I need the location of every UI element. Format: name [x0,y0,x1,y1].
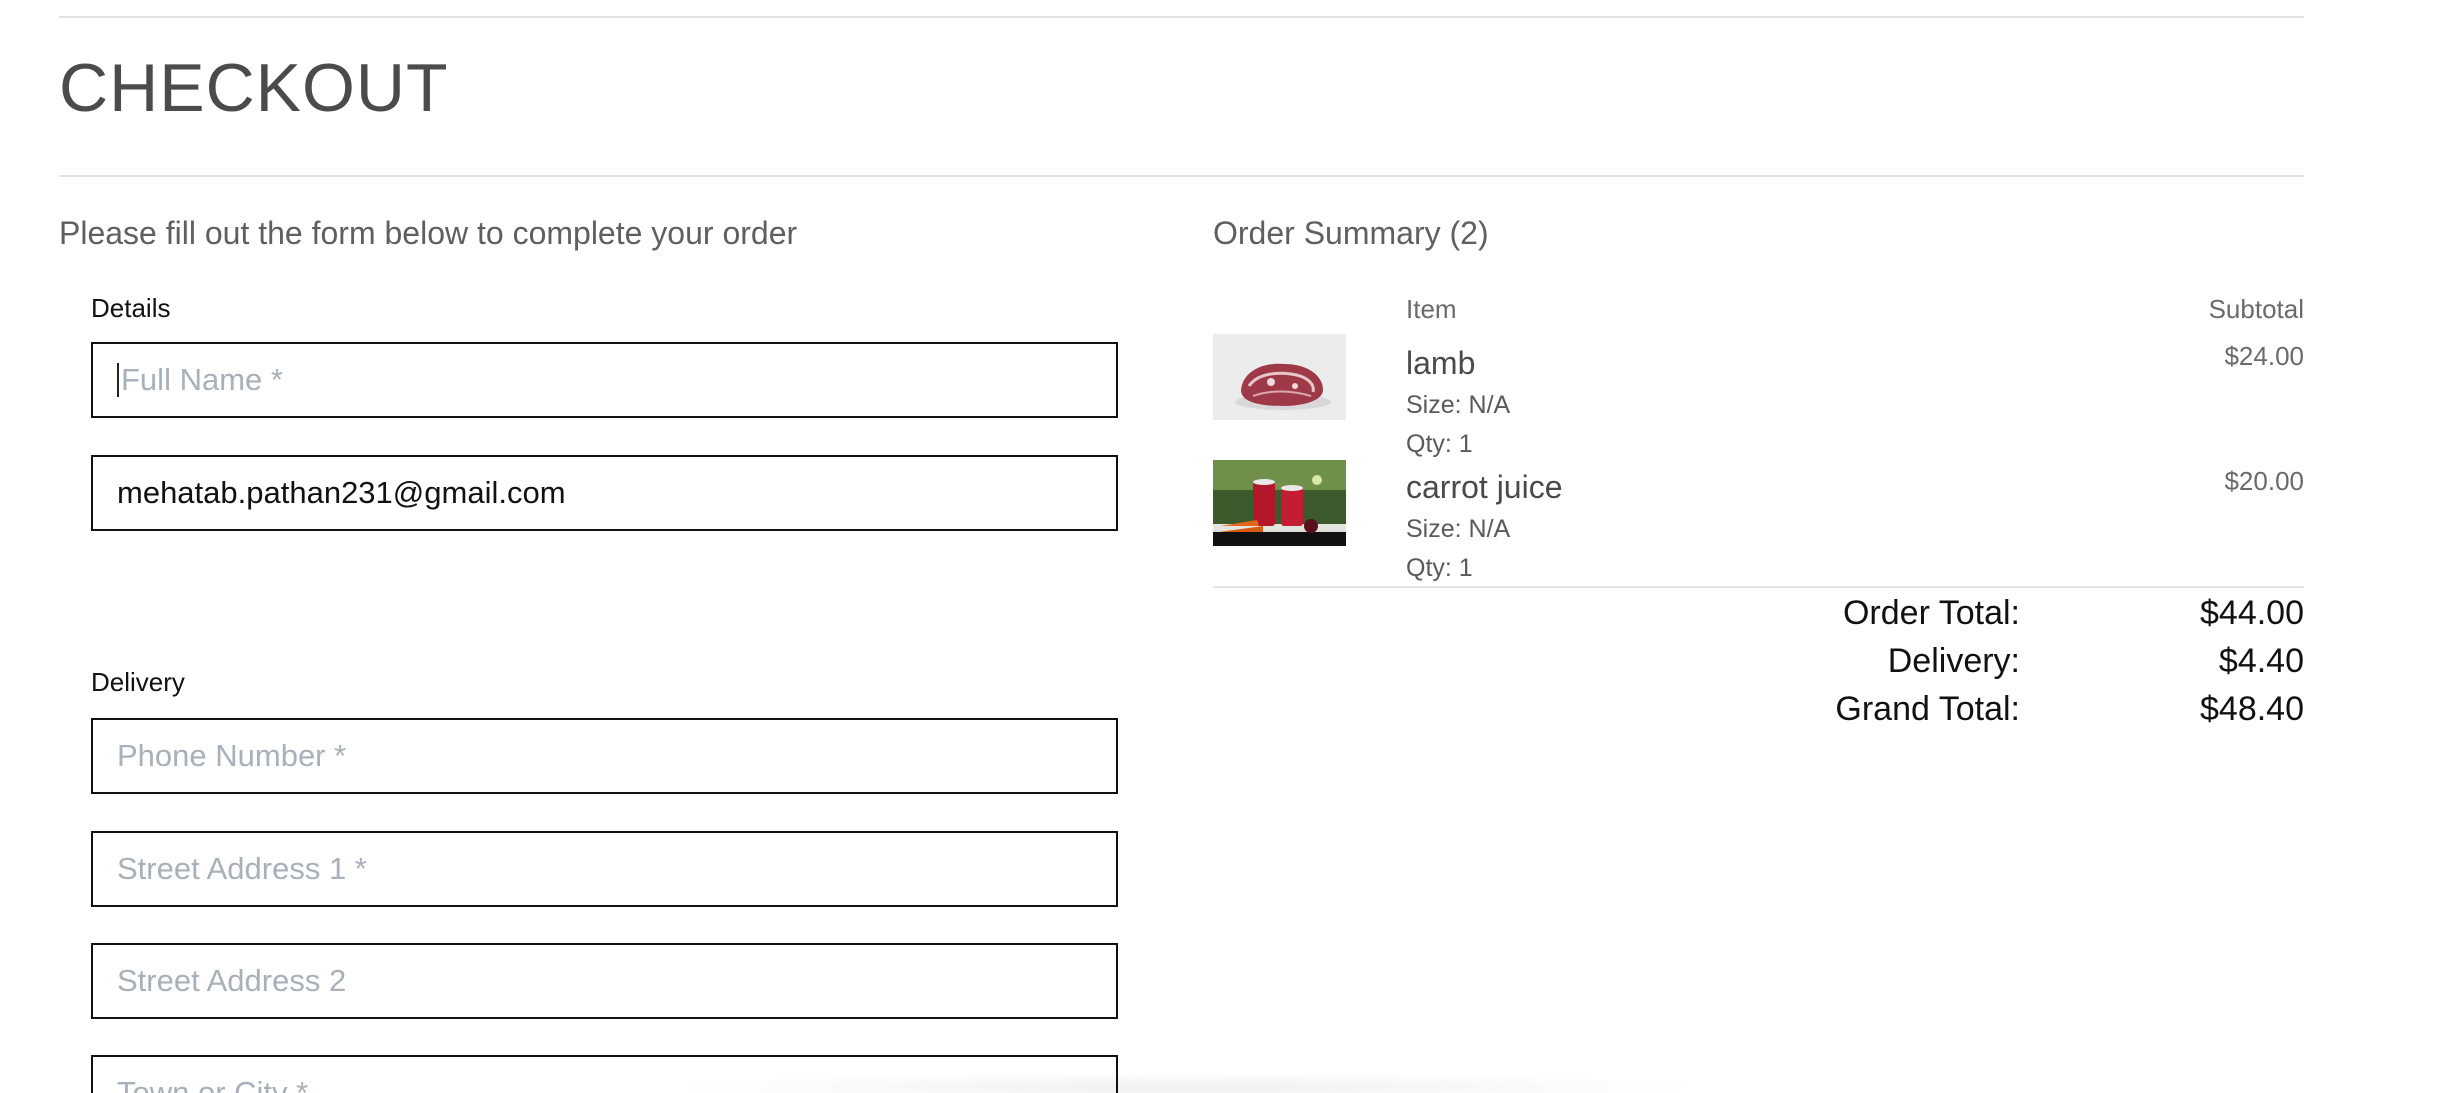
bottom-overlay-shadow [660,1072,1710,1093]
full-name-placeholder: Full Name * [121,362,283,397]
item-price-carrot-juice: $20.00 [2224,466,2304,496]
email-input[interactable]: mehatab.pathan231@gmail.com [91,455,1118,531]
street-address-1-input[interactable]: Street Address 1 * [91,831,1118,907]
carrot-juice-photo-icon [1213,460,1346,546]
item-name-carrot-juice: carrot juice [1406,469,1563,505]
order-summary-title: Order Summary (2) [1213,215,1489,251]
top-divider [59,16,2304,18]
street-address-2-placeholder: Street Address 2 [117,963,347,998]
title-divider [59,175,2304,177]
carrot-juice-product-image[interactable] [1213,460,1346,546]
item-size-lamb: Size: N/A [1406,391,1511,419]
item-column-header: Item [1406,294,1457,324]
page-title: CHECKOUT [59,50,449,126]
phone-number-input[interactable]: Phone Number * [91,718,1118,794]
delivery-value: $4.40 [2218,642,2304,680]
grand-total-label: Grand Total: [1835,690,2020,728]
order-total-label: Order Total: [1842,594,2020,632]
text-caret [117,363,119,397]
email-value: mehatab.pathan231@gmail.com [117,475,566,510]
lamb-photo-icon [1213,334,1346,420]
phone-number-placeholder: Phone Number * [117,738,347,773]
summary-divider [1213,586,2304,588]
street-address-1-placeholder: Street Address 1 * [117,851,367,886]
delivery-label: Delivery: [1887,642,2020,680]
subtotal-column-header: Subtotal [2208,294,2304,324]
street-address-2-input[interactable]: Street Address 2 [91,943,1118,1019]
item-qty-carrot-juice: Qty: 1 [1406,554,1473,582]
form-instructions: Please fill out the form below to comple… [59,215,798,251]
town-or-city-placeholder: Town or City * [117,1075,309,1093]
details-section-label: Details [91,293,171,323]
grand-total-value: $48.40 [2200,690,2304,728]
item-price-lamb: $24.00 [2224,341,2304,371]
delivery-section-label: Delivery [91,667,185,697]
item-size-carrot-juice: Size: N/A [1406,515,1511,543]
checkout-page: CHECKOUT Please fill out the form below … [0,0,2444,1093]
order-total-value: $44.00 [2200,594,2304,632]
full-name-input[interactable]: Full Name * [91,342,1118,418]
item-qty-lamb: Qty: 1 [1406,430,1473,458]
lamb-product-image[interactable] [1213,334,1346,420]
item-name-lamb: lamb [1406,345,1476,381]
